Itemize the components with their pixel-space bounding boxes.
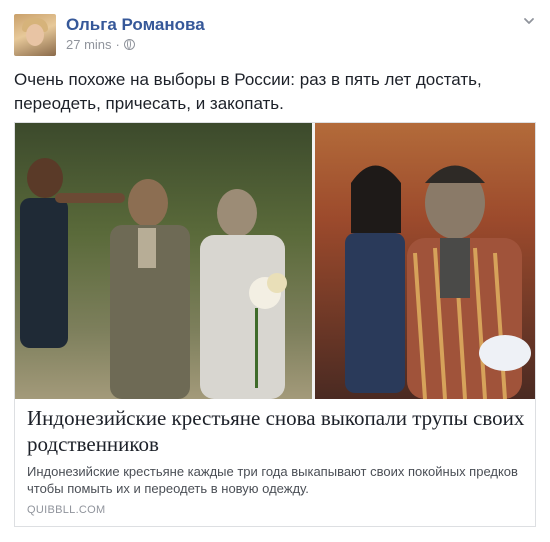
facebook-post: Ольга Романова 27 mins · Очень похоже на… — [0, 0, 550, 542]
post-timestamp[interactable]: 27 mins — [66, 37, 112, 52]
chevron-down-icon[interactable] — [522, 14, 536, 28]
link-preview-image[interactable] — [15, 123, 535, 399]
author-name-link[interactable]: Ольга Романова — [66, 15, 205, 35]
avatar[interactable] — [14, 14, 56, 56]
avatar-face — [26, 24, 44, 46]
link-description: Индонезийские крестьяне каждые три года … — [27, 464, 518, 496]
link-domain: QUIBBLL.COM — [27, 504, 106, 516]
post-text: Очень похоже на выборы в России: раз в п… — [14, 70, 482, 113]
post-meta: 27 mins · — [66, 37, 135, 52]
link-title[interactable]: Индонезийские крестьяне снова выкопали т… — [27, 405, 525, 457]
globe-icon[interactable] — [123, 39, 135, 50]
photo-figures — [20, 158, 531, 399]
link-preview-card[interactable]: Индонезийские крестьяне снова выкопали т… — [14, 122, 536, 527]
meta-separator: · — [115, 37, 120, 52]
link-preview-body: Индонезийские крестьяне снова выкопали т… — [27, 405, 525, 497]
